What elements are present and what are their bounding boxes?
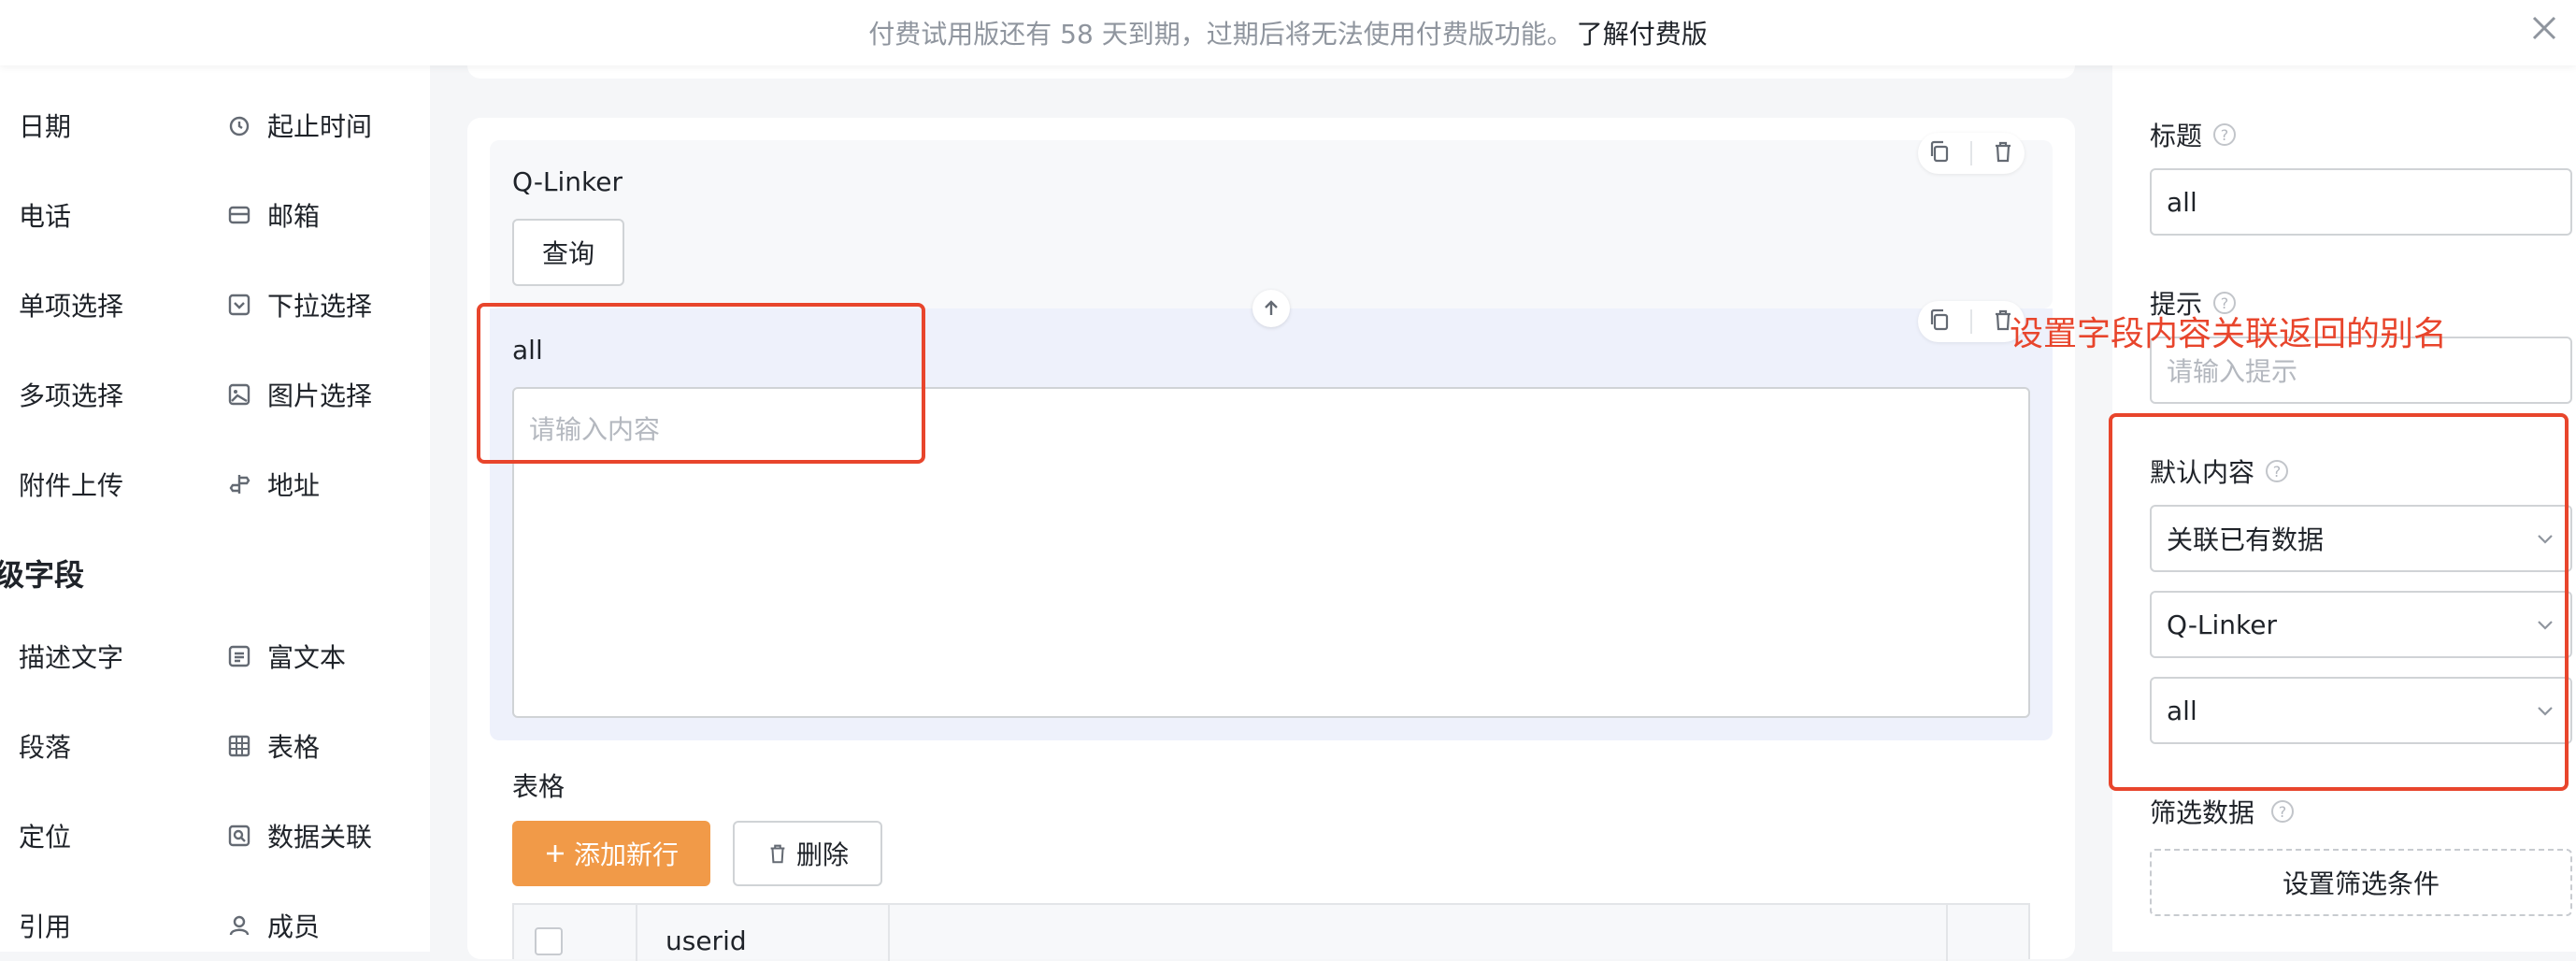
all-field-toolbar: [1918, 301, 2025, 342]
image-icon: [224, 380, 254, 409]
trash-icon[interactable]: [1991, 139, 2015, 167]
column-divider: [888, 905, 890, 961]
palette-item-address[interactable]: 地址: [224, 464, 320, 505]
palette-item-paragraph[interactable]: 段落: [19, 725, 71, 767]
add-row-button[interactable]: 添加新行: [512, 821, 710, 886]
palette-item-description[interactable]: 描述文字: [19, 636, 123, 677]
dropdown-icon: [224, 290, 254, 320]
palette-item-mail[interactable]: 邮箱: [224, 194, 320, 236]
member-icon: [224, 911, 254, 940]
arrow-up-icon: [1265, 300, 1278, 315]
palette-item-data-link[interactable]: 数据关联: [224, 815, 372, 856]
toolbar-divider: [1970, 309, 1972, 334]
palette-item-radio[interactable]: 单项选择: [19, 284, 123, 325]
palette-item-member[interactable]: 成员: [224, 905, 320, 946]
column-divider: [1946, 905, 1948, 961]
palette-item-quote[interactable]: 引用: [19, 905, 71, 946]
trial-notice-bar: 付费试用版还有 58 天到期，过期后将无法使用付费版功能。 了解付费版: [0, 0, 2576, 65]
title-label: 标题 ?: [2150, 116, 2237, 153]
palette-section-title: 级字段: [0, 557, 85, 593]
help-icon[interactable]: ?: [2271, 800, 2295, 823]
data-link-icon: [224, 821, 254, 851]
set-filter-button[interactable]: 设置筛选条件: [2150, 849, 2572, 916]
address-icon: [224, 469, 254, 499]
qlinker-title: Q-Linker: [512, 166, 623, 197]
table-header-row: userid: [512, 903, 2030, 961]
column-divider: [636, 905, 637, 961]
table-icon: [224, 731, 254, 761]
delete-button[interactable]: 删除: [733, 821, 882, 886]
palette-item-table[interactable]: 表格: [224, 725, 320, 767]
plus-icon: [546, 845, 564, 862]
palette-item-rich-text[interactable]: 富文本: [224, 636, 346, 677]
annotation-box-field: [477, 303, 925, 464]
annotation-box-default: [2109, 413, 2569, 791]
palette-item-checkbox[interactable]: 多项选择: [19, 374, 123, 415]
move-up-handle[interactable]: [1252, 290, 1290, 327]
close-notice-button[interactable]: [2524, 7, 2565, 49]
rich-text-icon: [224, 641, 254, 671]
annotation-text: 设置字段内容关联返回的别名: [2010, 315, 2448, 353]
palette-item-image[interactable]: 图片选择: [224, 374, 372, 415]
palette-item-attachment[interactable]: 附件上传: [19, 464, 123, 505]
help-icon[interactable]: ?: [2213, 123, 2237, 146]
table-title: 表格: [512, 771, 565, 802]
copy-icon[interactable]: [1927, 308, 1952, 336]
time-range-icon: [224, 110, 254, 140]
copy-icon[interactable]: [1927, 139, 1952, 167]
learn-paid-version-link[interactable]: 了解付费版: [1577, 14, 1708, 51]
trial-notice-text: 付费试用版还有 58 天到期，过期后将无法使用付费版功能。: [868, 19, 1573, 50]
close-icon: [2532, 16, 2556, 40]
filter-data-label: 筛选数据 ?: [2150, 793, 2295, 830]
palette-item-date[interactable]: 日期: [19, 105, 71, 146]
qlinker-block-toolbar: [1918, 133, 2025, 174]
palette-item-location[interactable]: 定位: [19, 815, 71, 856]
palette-item-time-range[interactable]: 起止时间: [224, 105, 372, 146]
qlinker-block[interactable]: [490, 140, 2053, 308]
table-header-userid: userid: [665, 925, 747, 956]
toolbar-divider: [1970, 141, 1972, 165]
mail-icon: [224, 200, 254, 230]
query-button[interactable]: 查询: [512, 219, 624, 286]
palette-item-phone[interactable]: 电话: [19, 194, 71, 236]
trash-icon: [770, 844, 785, 864]
title-input[interactable]: all: [2150, 168, 2572, 236]
palette-item-dropdown[interactable]: 下拉选择: [224, 284, 372, 325]
